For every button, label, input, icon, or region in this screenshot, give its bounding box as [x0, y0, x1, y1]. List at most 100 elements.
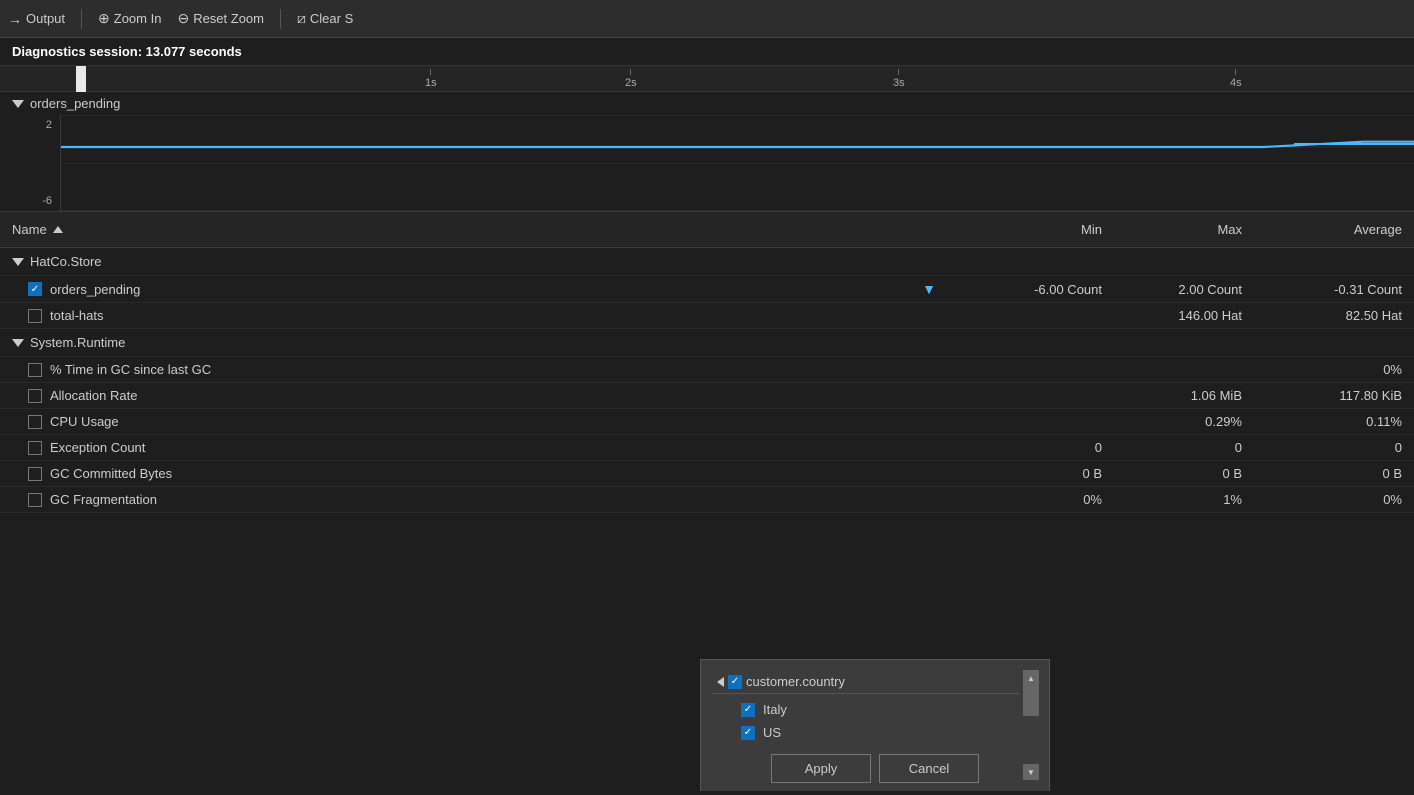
dropdown-scrollbar[interactable]: ▲ ▼: [1023, 670, 1039, 780]
row-total-hats-name: total-hats: [0, 303, 954, 328]
dropdown-italy-checkbox[interactable]: [741, 703, 755, 717]
table-row: orders_pending ▼ -6.00 Count 2.00 Count …: [0, 276, 1414, 303]
scrollbar-down-button[interactable]: ▼: [1023, 764, 1039, 780]
group-hatco-collapse-icon[interactable]: [12, 258, 24, 266]
chart-collapse-icon[interactable]: [12, 100, 24, 108]
row-gc-time-min: [954, 357, 1114, 382]
timeline-ruler[interactable]: 1s 2s 3s 4s: [0, 66, 1414, 92]
chart-area: orders_pending 2 -6: [0, 92, 1414, 212]
chart-container: orders_pending 2 -6: [0, 92, 1414, 212]
zoom-in-icon: ⊕: [98, 10, 110, 27]
chart-y-min: -6: [42, 195, 52, 207]
chart-line-svg: [61, 115, 1414, 211]
row-orders-pending-min: -6.00 Count: [954, 276, 1114, 302]
chart-body: 2 -6: [0, 115, 1414, 211]
group-system-runtime-name[interactable]: System.Runtime: [0, 329, 954, 356]
row-total-hats-checkbox[interactable]: [28, 309, 42, 323]
scrollbar-thumb[interactable]: [1023, 686, 1039, 716]
row-alloc-rate-avg: 117.80 KiB: [1254, 383, 1414, 408]
dropdown-col-triangle-icon[interactable]: [717, 677, 724, 687]
table-row: GC Committed Bytes 0 B 0 B 0 B: [0, 461, 1414, 487]
row-gc-frag-label: GC Fragmentation: [50, 492, 157, 507]
group-system-runtime-collapse-icon[interactable]: [12, 339, 24, 347]
scrollbar-up-button[interactable]: ▲: [1023, 670, 1039, 686]
table-row: % Time in GC since last GC 0%: [0, 357, 1414, 383]
row-gc-frag-name: GC Fragmentation: [0, 487, 954, 512]
cancel-button[interactable]: Cancel: [879, 754, 979, 783]
dropdown-italy-label: Italy: [763, 702, 787, 717]
dropdown-col-checkbox[interactable]: [728, 675, 742, 689]
row-cpu-usage-name: CPU Usage: [0, 409, 954, 434]
zoom-in-button[interactable]: ⊕ Zoom In: [98, 10, 161, 27]
sort-arrow-icon: [53, 226, 63, 233]
dropdown-buttons: Apply Cancel: [711, 744, 1039, 787]
table-row: CPU Usage 0.29% 0.11%: [0, 409, 1414, 435]
row-orders-pending-checkbox[interactable]: [28, 282, 42, 296]
row-cpu-usage-min: [954, 409, 1114, 434]
apply-button[interactable]: Apply: [771, 754, 871, 783]
row-alloc-rate-max: 1.06 MiB: [1114, 383, 1254, 408]
row-alloc-rate-checkbox[interactable]: [28, 389, 42, 403]
group-hatco: HatCo.Store: [0, 248, 1414, 276]
row-gc-committed-max: 0 B: [1114, 461, 1254, 486]
row-gc-committed-avg: 0 B: [1254, 461, 1414, 486]
chart-title: orders_pending: [30, 96, 120, 111]
row-orders-pending-label: orders_pending: [50, 282, 140, 297]
row-gc-time-label: % Time in GC since last GC: [50, 362, 211, 377]
row-gc-time-avg: 0%: [1254, 357, 1414, 382]
row-exception-count-checkbox[interactable]: [28, 441, 42, 455]
row-total-hats-min: [954, 303, 1114, 328]
group-hatco-min: [954, 248, 1114, 275]
col-name-header[interactable]: Name: [0, 218, 954, 241]
clear-button[interactable]: ⧄ Clear S: [297, 10, 353, 27]
output-icon: →: [8, 11, 22, 27]
group-hatco-label: HatCo.Store: [30, 254, 102, 269]
group-system-runtime: System.Runtime: [0, 329, 1414, 357]
toolbar-separator-1: [81, 9, 82, 29]
scrollbar-track: [1023, 686, 1039, 764]
row-alloc-rate-name: Allocation Rate: [0, 383, 954, 408]
row-alloc-rate-min: [954, 383, 1114, 408]
dropdown-item-us[interactable]: US: [711, 721, 1019, 744]
ruler-marker-1s: 1s: [425, 69, 437, 89]
dropdown-us-checkbox[interactable]: [741, 726, 755, 740]
row-gc-frag-min: 0%: [954, 487, 1114, 512]
row-gc-time-checkbox[interactable]: [28, 363, 42, 377]
output-button[interactable]: → Output: [8, 11, 65, 27]
row-orders-pending-max: 2.00 Count: [1114, 276, 1254, 302]
zoom-in-label: Zoom In: [114, 11, 162, 26]
toolbar: → Output ⊕ Zoom In ⊖ Reset Zoom ⧄ Clear …: [0, 0, 1414, 38]
row-cpu-usage-label: CPU Usage: [50, 414, 119, 429]
reset-zoom-label: Reset Zoom: [193, 11, 264, 26]
chart-y-labels: 2 -6: [0, 115, 60, 211]
chart-y-max: 2: [46, 119, 52, 131]
col-min-label: Min: [1081, 222, 1102, 237]
group-system-runtime-min: [954, 329, 1114, 356]
dropdown-popup: customer.country Italy US ▲ ▼: [700, 659, 1050, 791]
col-max-header[interactable]: Max: [1114, 218, 1254, 241]
col-avg-label: Average: [1354, 222, 1402, 237]
reset-zoom-button[interactable]: ⊖ Reset Zoom: [177, 10, 264, 27]
filter-icon[interactable]: ▼: [922, 281, 936, 297]
col-min-header[interactable]: Min: [954, 218, 1114, 241]
ruler-tick-2s: [630, 69, 631, 75]
col-avg-header[interactable]: Average: [1254, 218, 1414, 241]
dropdown-header-area: customer.country Italy US ▲ ▼: [711, 670, 1039, 744]
row-gc-committed-checkbox[interactable]: [28, 467, 42, 481]
group-hatco-max: [1114, 248, 1254, 275]
row-cpu-usage-max: 0.29%: [1114, 409, 1254, 434]
group-hatco-name[interactable]: HatCo.Store: [0, 248, 954, 275]
row-total-hats-label: total-hats: [50, 308, 103, 323]
filter-icon-cell: ▼: [148, 281, 942, 297]
row-total-hats-avg: 82.50 Hat: [1254, 303, 1414, 328]
ruler-marker-3s: 3s: [893, 69, 905, 89]
group-system-runtime-avg: [1254, 329, 1414, 356]
clear-icon: ⧄: [297, 10, 306, 27]
ruler-tick-1s: [430, 69, 431, 75]
row-gc-time-max: [1114, 357, 1254, 382]
row-gc-frag-checkbox[interactable]: [28, 493, 42, 507]
row-cpu-usage-checkbox[interactable]: [28, 415, 42, 429]
row-exception-count-label: Exception Count: [50, 440, 145, 455]
table-header: Name Min Max Average: [0, 212, 1414, 248]
dropdown-item-italy[interactable]: Italy: [711, 698, 1019, 721]
